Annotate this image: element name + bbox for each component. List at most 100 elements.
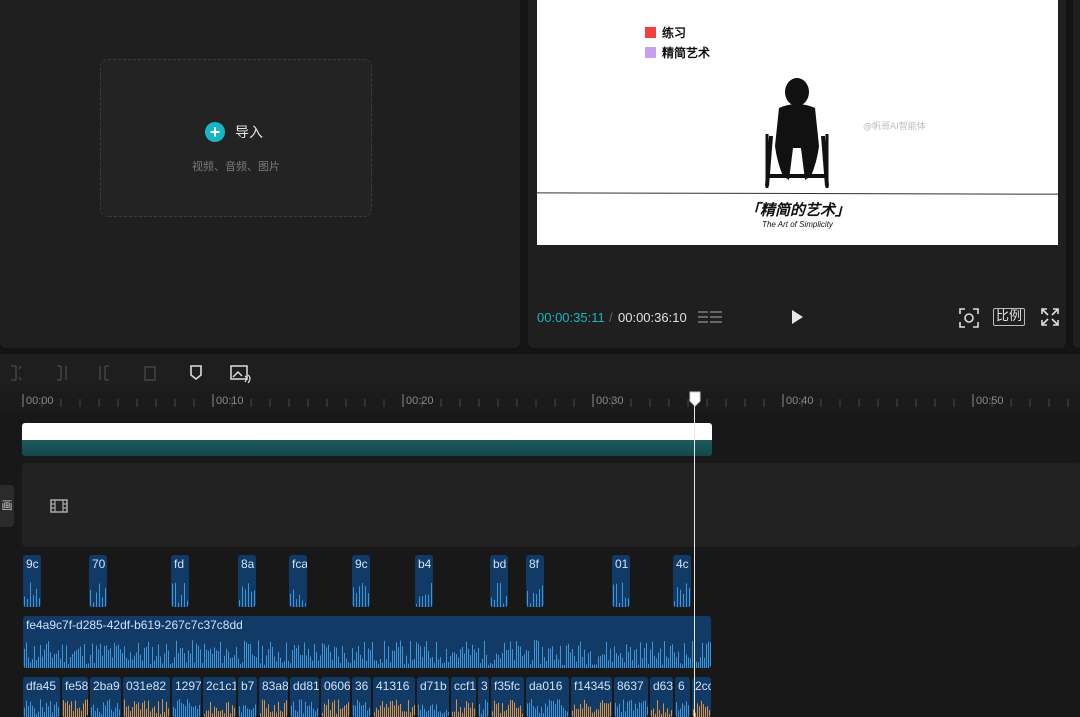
clip-label: 2ba9 [93, 679, 120, 693]
current-time: 00:00:35:11 [537, 310, 605, 325]
ruler-label: 00:10 [216, 395, 244, 407]
time-ruler[interactable]: 00:00 00:10 00:20 00:30 00:40 00:50 [0, 391, 1080, 413]
voice-clip[interactable]: 36 [352, 677, 371, 717]
text-clip[interactable] [22, 423, 712, 456]
import-drop-zone[interactable]: + 导入 视频、音频、图片 [100, 59, 372, 217]
voice-clip[interactable]: f35fc [491, 677, 524, 717]
voice-clip[interactable]: b7 [238, 677, 257, 717]
split-left-icon[interactable] [52, 364, 70, 382]
voice-clip[interactable]: 83a8 [259, 677, 288, 717]
voice-clip[interactable]: d63 [650, 677, 673, 717]
clip-label: 8f [529, 557, 540, 571]
voice-clip[interactable]: 41316 [373, 677, 415, 717]
clip-label: 0606 [324, 679, 350, 693]
delete-icon[interactable] [142, 364, 158, 382]
clip-label: f35fc [494, 679, 521, 693]
clip-label: 70 [92, 557, 106, 571]
legend-label: 练习 [662, 26, 687, 40]
waveform [239, 583, 255, 607]
sfx-clip[interactable]: 8f [526, 555, 544, 607]
ground-line [537, 192, 1058, 195]
voice-clip[interactable]: f14345 [571, 677, 612, 717]
image-ai-icon[interactable] [230, 364, 252, 384]
waveform [651, 700, 672, 717]
sfx-clip[interactable]: 9c [352, 555, 370, 607]
waveform [260, 699, 287, 717]
clip-label: dfa45 [26, 679, 57, 693]
sfx-clip[interactable]: 4c [673, 555, 691, 607]
ruler-label: 00:00 [26, 395, 54, 407]
ruler-label: 00:30 [596, 395, 624, 407]
list-icon[interactable] [698, 310, 722, 326]
playhead-handle[interactable] [689, 391, 701, 407]
ruler-label: 00:20 [406, 395, 434, 407]
playhead-line[interactable] [694, 398, 695, 717]
voice-clip[interactable]: dd81 [290, 677, 319, 717]
sfx-clip[interactable]: 01 [612, 555, 630, 607]
waveform [416, 583, 432, 607]
timeline-toolbar [0, 354, 1080, 392]
waveform [322, 699, 349, 717]
import-button[interactable]: + 导入 [205, 122, 263, 142]
caption-chinese: 「精简的艺术」 [744, 201, 850, 219]
waveform [91, 699, 120, 717]
voice-clip[interactable]: 0606 [321, 677, 350, 717]
voice-clip[interactable]: 2c1c1 [203, 677, 236, 717]
clip-label: ccf1 [454, 679, 476, 693]
music-clip[interactable]: fe4a9c7f-d285-42df-b619-267c7c37c8dd [23, 616, 711, 668]
clip-label: b7 [241, 679, 255, 693]
waveform [479, 699, 488, 717]
waveform [290, 589, 306, 607]
sfx-clip[interactable]: fca [289, 555, 307, 607]
waveform [24, 640, 711, 668]
clip-label: fd [174, 557, 185, 571]
legend-label: 精简艺术 [662, 46, 711, 60]
voice-clip[interactable]: 8637 [614, 677, 648, 717]
voice-clip[interactable]: da016 [526, 677, 569, 717]
marker-icon[interactable] [189, 364, 203, 382]
waveform [353, 699, 370, 717]
main-video-track[interactable] [22, 463, 1080, 547]
text-clip-top [22, 423, 712, 440]
voice-clip[interactable]: 2ba9 [90, 677, 121, 717]
voice-clip[interactable]: 1297 [172, 677, 201, 717]
sfx-clip[interactable]: 8a [238, 555, 256, 607]
voice-clip[interactable]: 3 [478, 677, 489, 717]
legend-item-art: 精简艺术 [645, 44, 710, 61]
waveform [527, 699, 568, 717]
waveform [572, 699, 611, 717]
player-panel: 练习 精简艺术 @帆哥AI智能体 「精简的艺术」 The Art of Simp… [528, 0, 1066, 348]
clip-label: 83a8 [262, 679, 288, 693]
sfx-clip[interactable]: 70 [89, 555, 107, 607]
play-icon[interactable] [790, 309, 804, 325]
sfx-clip[interactable]: bd [490, 555, 508, 607]
sfx-clip[interactable]: fd [171, 555, 189, 607]
import-label: 导入 [235, 125, 263, 141]
sfx-clip[interactable]: 9c [23, 555, 41, 607]
waveform [492, 699, 523, 717]
ruler-label: 00:50 [976, 395, 1004, 407]
waveform [124, 699, 169, 717]
split-icon[interactable] [8, 364, 24, 382]
video-preview: 练习 精简艺术 @帆哥AI智能体 「精简的艺术」 The Art of Simp… [537, 0, 1058, 245]
waveform [24, 699, 59, 717]
ratio-button[interactable]: 比例 [993, 308, 1026, 326]
fullscreen-icon[interactable] [1041, 308, 1059, 326]
voice-clip[interactable]: 031e82 [123, 677, 170, 717]
time-separator: / [609, 310, 613, 325]
waveform [63, 699, 88, 717]
waveform [615, 699, 648, 717]
clip-label: 1297 [175, 679, 201, 693]
voice-clip[interactable]: 6 [675, 677, 690, 717]
waveform [173, 699, 200, 717]
voice-clip[interactable]: fe58 [62, 677, 88, 717]
voice-clip[interactable]: ccf1 [451, 677, 476, 717]
voice-clip[interactable]: dfa45 [23, 677, 60, 717]
sfx-clip[interactable]: b4 [415, 555, 433, 607]
track-side-tab[interactable]: 画 [0, 485, 14, 527]
screenshot-icon[interactable] [959, 308, 979, 328]
clip-label: b4 [418, 557, 432, 571]
clip-label: 8a [241, 557, 255, 571]
split-right-icon[interactable] [96, 364, 114, 382]
voice-clip[interactable]: d71b [417, 677, 449, 717]
